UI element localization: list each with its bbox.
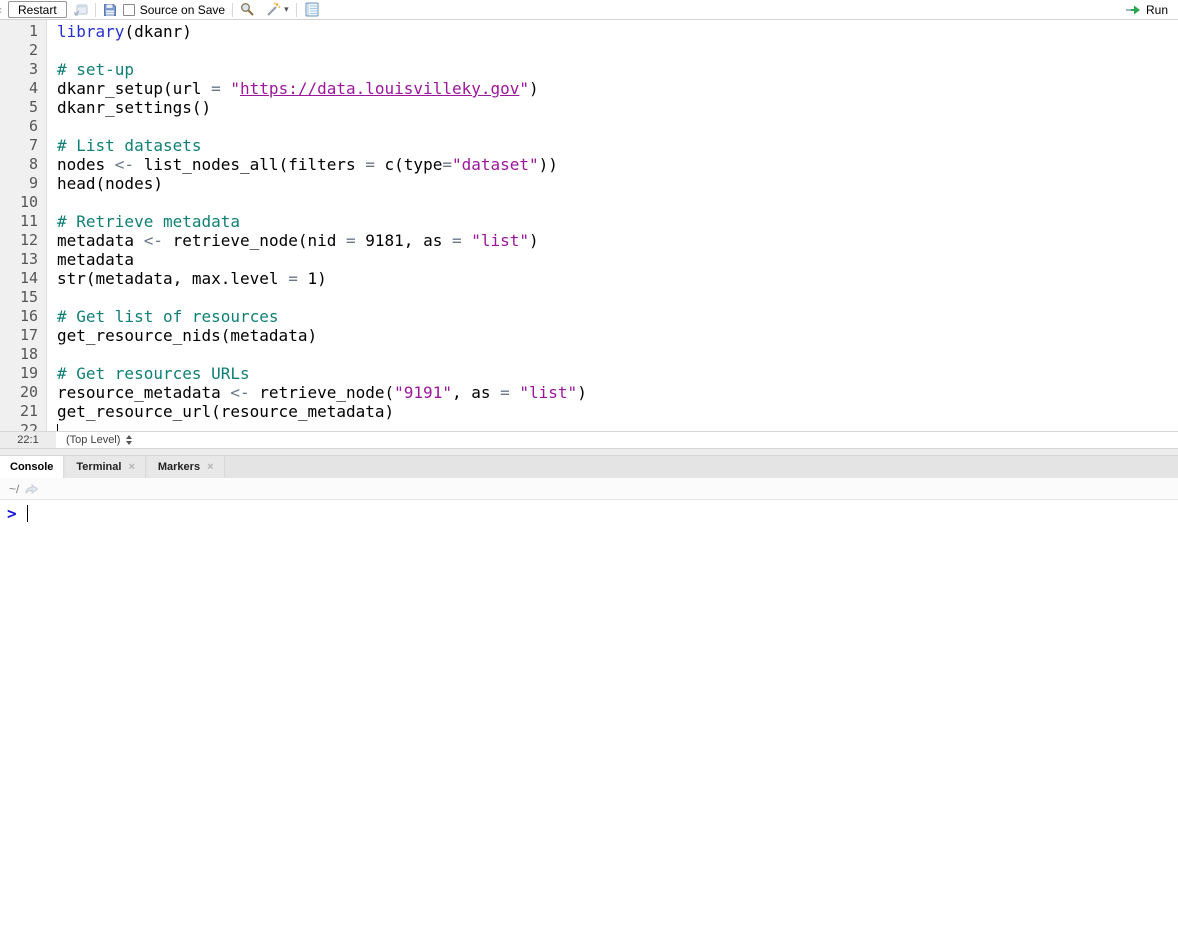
close-icon[interactable]: ×: [207, 461, 213, 473]
line-number: 7: [0, 136, 46, 155]
line-number: 2: [0, 41, 46, 60]
console[interactable]: >: [0, 500, 1178, 930]
search-icon[interactable]: [240, 2, 255, 17]
wand-dropdown-caret-icon[interactable]: ▾: [284, 4, 289, 15]
line-number: 12: [0, 231, 46, 250]
line-number: 8: [0, 155, 46, 174]
tab-terminal[interactable]: Terminal ×: [66, 456, 145, 478]
tab-label: Terminal: [76, 461, 121, 473]
line-number: 5: [0, 98, 46, 117]
code-line[interactable]: [57, 288, 1178, 307]
line-number: 20: [0, 383, 46, 402]
code-line[interactable]: # Get resources URLs: [57, 364, 1178, 383]
code-line[interactable]: [57, 117, 1178, 136]
line-number: 17: [0, 326, 46, 345]
source-on-save-label: Source on Save: [140, 3, 225, 17]
line-number: 16: [0, 307, 46, 326]
console-prompt: >: [7, 504, 17, 523]
separator: [232, 3, 233, 17]
code-line[interactable]: dkanr_settings(): [57, 98, 1178, 117]
run-icon: [1125, 3, 1142, 17]
bottom-tabbar: Console Terminal × Markers ×: [0, 456, 1178, 478]
run-label: Run: [1146, 3, 1168, 17]
line-number: 6: [0, 117, 46, 136]
tab-markers[interactable]: Markers ×: [148, 456, 225, 478]
rstudio-window: ‹ Restart Source on Save: [0, 0, 1178, 930]
line-number: 18: [0, 345, 46, 364]
restart-button[interactable]: Restart: [8, 1, 67, 18]
line-number: 21: [0, 402, 46, 421]
code-line[interactable]: # set-up: [57, 60, 1178, 79]
code-line[interactable]: get_resource_url(resource_metadata): [57, 402, 1178, 421]
close-icon[interactable]: ×: [128, 461, 134, 473]
toolbar-overflow-chevron-icon[interactable]: ‹: [0, 1, 6, 19]
line-number: 19: [0, 364, 46, 383]
scope-selector[interactable]: (Top Level): [66, 434, 132, 446]
code-line[interactable]: get_resource_nids(metadata): [57, 326, 1178, 345]
editor-statusbar: 22:1 (Top Level): [0, 431, 1178, 448]
tab-label: Markers: [158, 461, 200, 473]
magic-wand-icon[interactable]: [265, 2, 281, 17]
code-line[interactable]: # Retrieve metadata: [57, 212, 1178, 231]
line-number: 22: [0, 421, 46, 431]
code-line[interactable]: metadata: [57, 250, 1178, 269]
line-number: 14: [0, 269, 46, 288]
goto-directory-icon[interactable]: [24, 483, 39, 495]
code-line[interactable]: dkanr_setup(url = "https://data.louisvil…: [57, 79, 1178, 98]
code-line[interactable]: resource_metadata <- retrieve_node("9191…: [57, 383, 1178, 402]
line-number: 10: [0, 193, 46, 212]
separator: [296, 3, 297, 17]
tab-label: Console: [10, 461, 53, 473]
code-line[interactable]: str(metadata, max.level = 1): [57, 269, 1178, 288]
popout-icon[interactable]: [73, 3, 88, 17]
save-icon[interactable]: [103, 3, 117, 17]
tab-console[interactable]: Console: [0, 456, 64, 478]
console-toolbar: ~/: [0, 478, 1178, 500]
line-number: 13: [0, 250, 46, 269]
code-line[interactable]: # Get list of resources: [57, 307, 1178, 326]
source-editor[interactable]: 12345678910111213141516171819202122 libr…: [0, 20, 1178, 431]
cursor-position: 22:1: [0, 432, 56, 448]
scope-updown-icon: [126, 435, 132, 445]
code-area[interactable]: library(dkanr) # set-updkanr_setup(url = …: [47, 20, 1178, 431]
run-button[interactable]: Run: [1125, 0, 1168, 19]
code-line[interactable]: library(dkanr): [57, 22, 1178, 41]
line-number: 3: [0, 60, 46, 79]
notebook-icon[interactable]: [304, 2, 320, 17]
line-number: 9: [0, 174, 46, 193]
code-line[interactable]: metadata <- retrieve_node(nid = 9181, as…: [57, 231, 1178, 250]
code-line[interactable]: # List datasets: [57, 136, 1178, 155]
source-on-save-checkbox[interactable]: [123, 4, 135, 16]
gutter: 12345678910111213141516171819202122: [0, 20, 47, 431]
line-number: 1: [0, 22, 46, 41]
separator: [95, 3, 96, 17]
code-line[interactable]: [57, 41, 1178, 60]
scope-label: (Top Level): [66, 434, 120, 446]
line-number: 4: [0, 79, 46, 98]
line-number: 15: [0, 288, 46, 307]
working-directory[interactable]: ~/: [9, 482, 19, 496]
line-number: 11: [0, 212, 46, 231]
code-line[interactable]: [57, 421, 1178, 431]
editor-toolbar: ‹ Restart Source on Save: [0, 0, 1178, 20]
code-line[interactable]: [57, 193, 1178, 212]
code-line[interactable]: nodes <- list_nodes_all(filters = c(type…: [57, 155, 1178, 174]
code-line[interactable]: head(nodes): [57, 174, 1178, 193]
pane-separator[interactable]: [0, 448, 1178, 456]
console-caret: [27, 505, 28, 522]
editor-caret: [57, 424, 58, 431]
code-line[interactable]: [57, 345, 1178, 364]
